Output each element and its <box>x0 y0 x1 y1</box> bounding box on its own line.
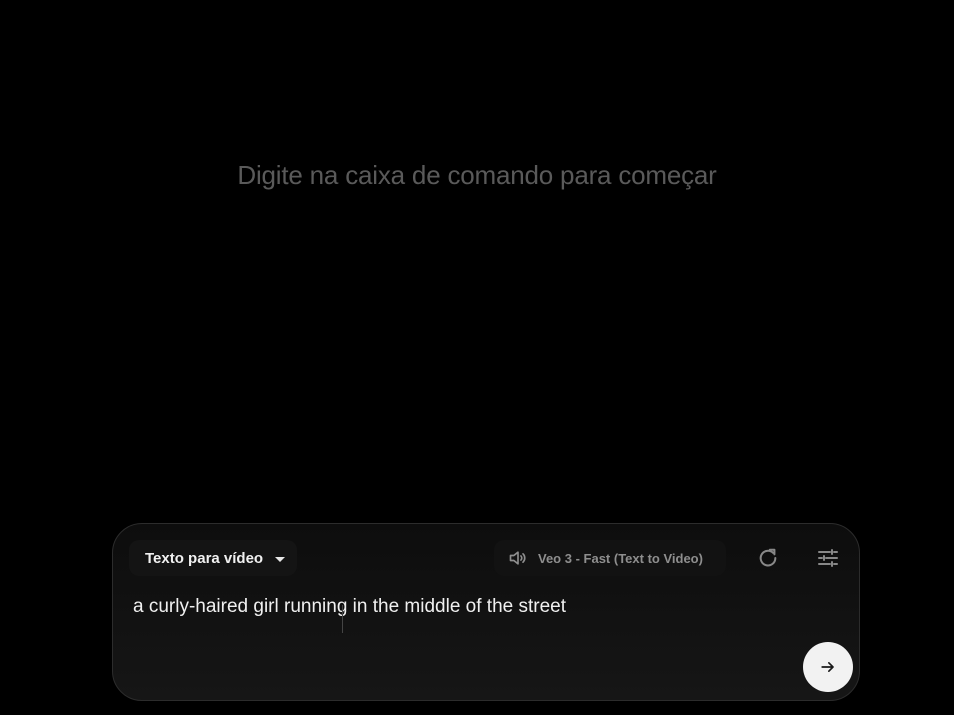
model-selector[interactable]: Veo 3 - Fast (Text to Video) <box>494 540 726 576</box>
text-cursor <box>342 605 343 633</box>
speaker-icon <box>509 551 526 565</box>
caret-down-icon <box>275 556 286 562</box>
arrow-right-icon <box>821 662 834 672</box>
settings-button[interactable] <box>812 542 844 574</box>
tune-sliders-icon <box>818 549 838 567</box>
model-label: Veo 3 - Fast (Text to Video) <box>538 550 703 566</box>
empty-state-hint: Digite na caixa de comando para começar <box>237 160 717 190</box>
prompt-composer: Texto para vídeo Veo 3 - Fast (Text to V… <box>112 523 860 701</box>
send-button[interactable] <box>803 642 853 692</box>
refresh-icon <box>759 548 777 567</box>
mode-dropdown[interactable]: Texto para vídeo <box>129 540 298 576</box>
prompt-input[interactable]: a curly-haired girl running in the middl… <box>133 596 799 618</box>
page: Digite na caixa de comando para começar … <box>0 0 954 715</box>
mode-label: Texto para vídeo <box>145 549 264 567</box>
refresh-button[interactable] <box>752 542 784 574</box>
